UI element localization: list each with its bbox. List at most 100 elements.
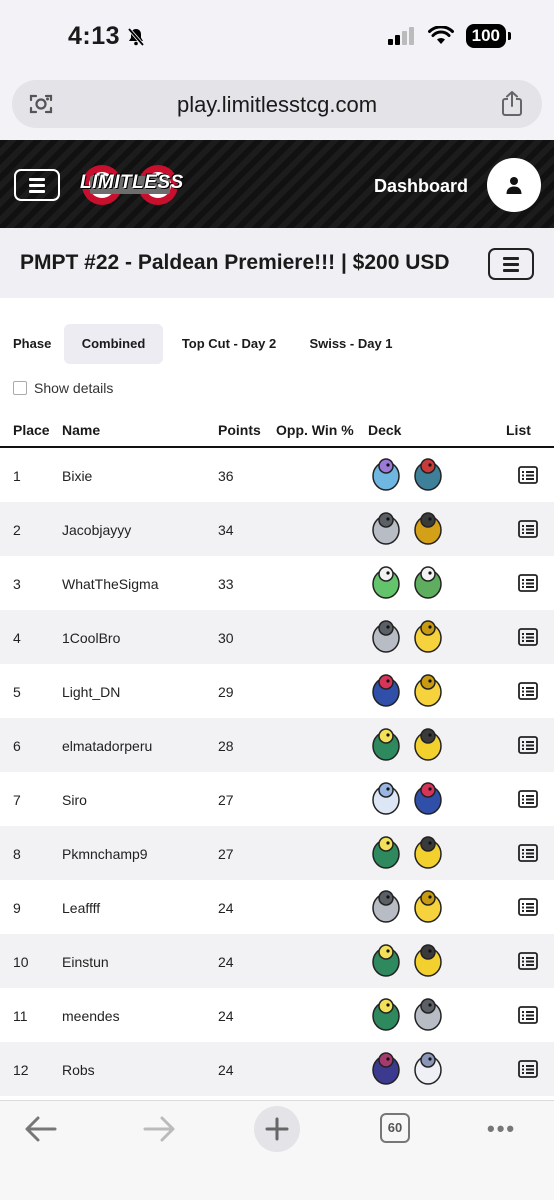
place-cell: 12 — [13, 1062, 29, 1078]
status-time: 4:13 — [68, 22, 146, 51]
url-bar[interactable]: play.limitlesstcg.com — [12, 80, 542, 128]
player-name-cell[interactable]: Leaffff — [62, 900, 100, 916]
column-header-place[interactable]: Place — [13, 422, 50, 438]
table-row[interactable]: 11 meendes 24 — [0, 988, 554, 1042]
table-row[interactable]: 9 Leaffff 24 — [0, 880, 554, 934]
tournament-menu-button[interactable] — [488, 248, 534, 280]
place-cell: 2 — [13, 522, 21, 538]
decklist-icon[interactable] — [518, 466, 538, 484]
table-body: 1 Bixie 36 2 Jacobjayyy 34 3 WhatTheSigma 33 4 1Co… — [0, 448, 554, 1096]
limitless-logo[interactable]: LIMITLESS — [80, 162, 184, 208]
deck-icons[interactable] — [366, 886, 448, 926]
zeraora-icon — [414, 836, 442, 869]
deck-icons[interactable] — [366, 1048, 448, 1088]
main-menu-button[interactable] — [14, 169, 60, 201]
table-row[interactable]: 3 WhatTheSigma 33 — [0, 556, 554, 610]
back-arrow-icon[interactable] — [24, 1115, 58, 1143]
table-row[interactable]: 12 Robs 24 — [0, 1042, 554, 1096]
table-row[interactable]: 5 Light_DN 29 — [0, 664, 554, 718]
new-tab-button[interactable] — [254, 1106, 300, 1152]
deck-icons[interactable] — [366, 508, 448, 548]
deck-icons[interactable] — [366, 832, 448, 872]
hamburger-line — [29, 177, 45, 181]
pikachu-icon — [414, 674, 442, 707]
show-details-checkbox[interactable] — [13, 381, 27, 395]
user-icon — [506, 177, 522, 194]
player-name-cell[interactable]: Siro — [62, 792, 87, 808]
decklist-icon[interactable] — [518, 898, 538, 916]
decklist-icon[interactable] — [518, 790, 538, 808]
deck-icons[interactable] — [366, 724, 448, 764]
wifi-icon — [427, 26, 454, 44]
decklist-icon[interactable] — [518, 952, 538, 970]
deck-icons[interactable] — [366, 616, 448, 656]
deck-icons[interactable] — [366, 994, 448, 1034]
decklist-icon[interactable] — [518, 844, 538, 862]
gardevoir-icon — [372, 566, 400, 599]
tab-combined[interactable]: Combined — [64, 324, 163, 364]
decklist-icon[interactable] — [518, 736, 538, 754]
heliolisk-icon — [414, 512, 442, 545]
decklist-icon[interactable] — [518, 520, 538, 538]
player-name-cell[interactable]: Bixie — [62, 468, 92, 484]
suicune-icon — [372, 458, 400, 491]
user-avatar-button[interactable] — [487, 158, 541, 212]
bellibolt-icon — [372, 836, 400, 869]
player-name-cell[interactable]: Light_DN — [62, 684, 120, 700]
points-cell: 24 — [218, 1008, 234, 1024]
player-name-cell[interactable]: Einstun — [62, 954, 109, 970]
hamburger-line — [503, 268, 519, 272]
deck-icons[interactable] — [366, 778, 448, 818]
decklist-icon[interactable] — [518, 574, 538, 592]
player-name-cell[interactable]: elmatadorperu — [62, 738, 152, 754]
player-name-cell[interactable]: Pkmnchamp9 — [62, 846, 148, 862]
decklist-icon[interactable] — [518, 628, 538, 646]
player-name-cell[interactable]: WhatTheSigma — [62, 576, 158, 592]
battery-indicator: 100 — [465, 24, 512, 48]
tab-switcher-button[interactable]: 60 — [380, 1113, 410, 1143]
hamburger-line — [29, 189, 45, 193]
table-row[interactable]: 10 Einstun 24 — [0, 934, 554, 988]
tab-swiss-day-1[interactable]: Swiss - Day 1 — [300, 324, 402, 364]
zeraora-icon — [414, 728, 442, 761]
table-row[interactable]: 6 elmatadorperu 28 — [0, 718, 554, 772]
player-name-cell[interactable]: 1CoolBro — [62, 630, 120, 646]
show-details-label: Show details — [34, 380, 114, 396]
column-header-opp-win[interactable]: Opp. Win % — [276, 422, 354, 438]
deck-icons[interactable] — [366, 940, 448, 980]
deck-icons[interactable] — [366, 670, 448, 710]
more-menu-icon[interactable]: ••• — [487, 1116, 516, 1142]
dashboard-link[interactable]: Dashboard — [374, 176, 468, 197]
decklist-icon[interactable] — [518, 1060, 538, 1078]
share-icon[interactable] — [500, 90, 524, 118]
bellibolt-icon — [372, 944, 400, 977]
tab-top-cut-day-2[interactable]: Top Cut - Day 2 — [174, 324, 284, 364]
decklist-icon[interactable] — [518, 1006, 538, 1024]
column-header-points[interactable]: Points — [218, 422, 261, 438]
table-row[interactable]: 4 1CoolBro 30 — [0, 610, 554, 664]
column-header-name[interactable]: Name — [62, 422, 100, 438]
player-name-cell[interactable]: Robs — [62, 1062, 95, 1078]
clock: 4:13 — [68, 22, 121, 50]
table-row[interactable]: 7 Siro 27 — [0, 772, 554, 826]
deck-icons[interactable] — [366, 562, 448, 602]
show-details-toggle[interactable]: Show details — [13, 380, 113, 396]
table-row[interactable]: 8 Pkmnchamp9 27 — [0, 826, 554, 880]
player-name-cell[interactable]: Jacobjayyy — [62, 522, 131, 538]
page-title: PMPT #22 - Paldean Premiere!!! | $200 US… — [20, 251, 450, 274]
place-cell: 8 — [13, 846, 21, 862]
decklist-icon[interactable] — [518, 682, 538, 700]
browser-address-area: play.limitlesstcg.com — [0, 72, 554, 140]
forward-arrow-icon[interactable] — [142, 1115, 176, 1143]
points-cell: 28 — [218, 738, 234, 754]
florges-icon — [372, 782, 400, 815]
hamburger-line — [503, 262, 519, 266]
player-name-cell[interactable]: meendes — [62, 1008, 120, 1024]
logo-text: LIMITLESS — [80, 172, 184, 193]
table-row[interactable]: 1 Bixie 36 — [0, 448, 554, 502]
table-row[interactable]: 2 Jacobjayyy 34 — [0, 502, 554, 556]
browser-toolbar: 60 ••• — [0, 1100, 554, 1200]
feraligatr-icon — [414, 458, 442, 491]
deck-icons[interactable] — [366, 454, 448, 494]
zeraora-icon — [414, 944, 442, 977]
